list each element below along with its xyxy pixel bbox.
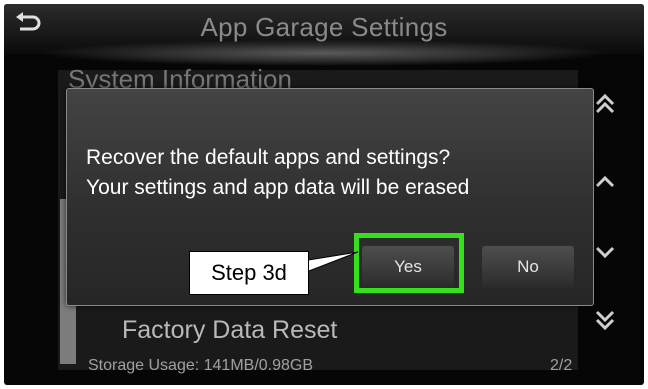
- page-down-button[interactable]: [588, 300, 622, 340]
- back-arrow-icon: [16, 12, 41, 31]
- back-button[interactable]: [12, 10, 42, 40]
- header-glow: [44, 40, 604, 66]
- step-callout: Step 3d: [189, 251, 309, 295]
- dialog-message-line2: Your settings and app data will be erase…: [86, 176, 470, 199]
- double-chevron-up-icon: [595, 93, 615, 114]
- dialog-message-line1: Recover the default apps and settings?: [86, 146, 451, 169]
- chevron-down-icon: [595, 246, 615, 259]
- list-item-factory-data-reset[interactable]: Factory Data Reset: [122, 316, 337, 345]
- page-indicator: 2/2: [550, 357, 573, 374]
- header-bar: App Garage Settings: [4, 4, 644, 66]
- storage-usage: Storage Usage: 141MB/0.98GB: [88, 357, 314, 374]
- double-chevron-down-icon: [595, 310, 615, 331]
- page-title: App Garage Settings: [200, 12, 448, 42]
- yes-button-highlight: [354, 233, 464, 293]
- chevron-up-icon: [595, 175, 615, 188]
- no-button[interactable]: No: [482, 246, 574, 288]
